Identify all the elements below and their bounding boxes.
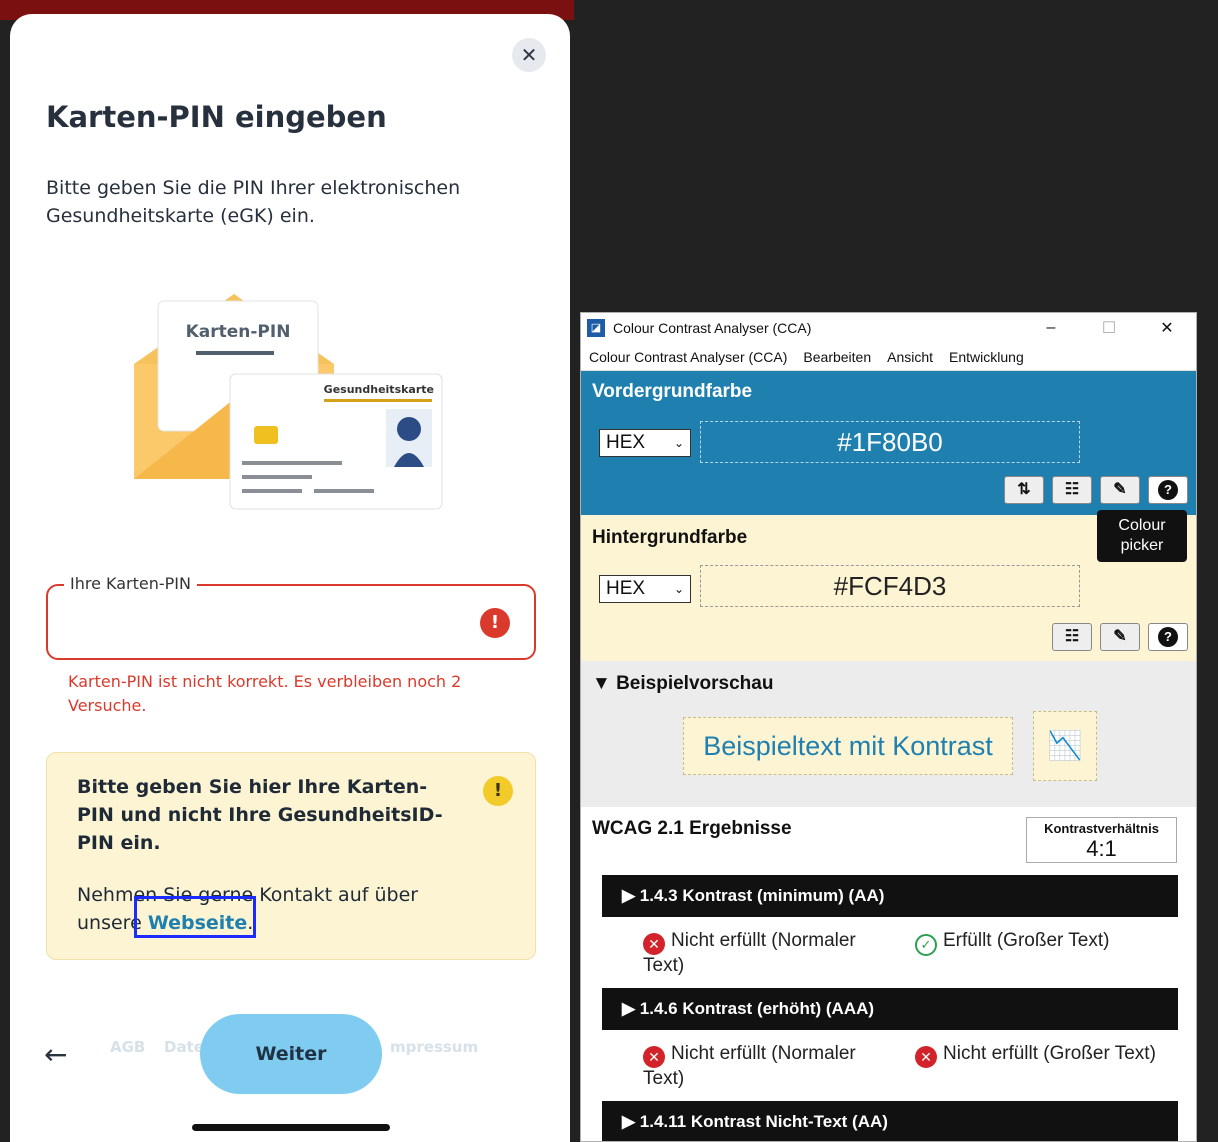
result-large-text: ✓ Erfüllt (Großer Text) (915, 930, 1185, 956)
preview-section: ▼ Beispielvorschau Beispieltext mit Kont… (581, 661, 1196, 807)
criterion-1-4-6[interactable]: ▶ 1.4.6 Kontrast (erhöht) (AAA) (602, 988, 1178, 1030)
result-large-text: ✕ Nicht erfüllt (Großer Text) (915, 1043, 1195, 1068)
screen: ✕ Karten-PIN eingeben Bitte geben Sie di… (0, 0, 1218, 1142)
cca-app-icon: ◪ (587, 319, 605, 337)
eyedropper-icon[interactable]: ✎ (1100, 476, 1140, 504)
preview-sample-text: Beispieltext mit Kontrast (683, 717, 1013, 775)
criterion-1-4-11[interactable]: ▶ 1.4.11 Kontrast Nicht-Text (AA) (602, 1101, 1178, 1141)
pin-entry-screen: ✕ Karten-PIN eingeben Bitte geben Sie di… (10, 14, 570, 1142)
ratio-value: 4:1 (1086, 836, 1117, 861)
sliders-icon[interactable]: ☷ (1052, 476, 1092, 504)
home-indicator (192, 1124, 390, 1131)
close-button[interactable]: ✕ (512, 38, 546, 72)
card-label: Gesundheitskarte (324, 383, 434, 396)
fail-icon: ✕ (915, 1046, 937, 1068)
swap-colors-icon[interactable]: ⇅ (1004, 476, 1044, 504)
letter-label: Karten-PIN (186, 322, 291, 342)
foreground-hex-input[interactable]: #1F80B0 (700, 421, 1080, 463)
card-envelope-illustration: Karten-PIN Gesundheitskarte (134, 294, 443, 510)
menu-view[interactable]: Ansicht (887, 349, 933, 365)
foreground-format-select[interactable]: HEX ⌄ (599, 429, 691, 457)
background-hex-input[interactable]: #FCF4D3 (700, 565, 1080, 607)
preview-title[interactable]: ▼ Beispielvorschau (592, 673, 773, 695)
window-titlebar: ◪ Colour Contrast Analyser (CCA) – ☐ ✕ (581, 313, 1196, 343)
contrast-analyser-window: ◪ Colour Contrast Analyser (CCA) – ☐ ✕ C… (580, 312, 1197, 1142)
focus-indicator (134, 896, 256, 938)
pass-icon: ✓ (915, 934, 937, 956)
background-title: Hintergrundfarbe (592, 527, 748, 548)
foreground-title: Vordergrundfarbe (592, 381, 753, 402)
result-normal-text: ✕ Nicht erfüllt (Normaler Text) (643, 1043, 856, 1089)
colour-picker-tooltip: Colour picker (1097, 510, 1187, 562)
window-title: Colour Contrast Analyser (CCA) (613, 320, 812, 336)
error-icon: ! (480, 608, 510, 638)
menu-develop[interactable]: Entwicklung (949, 349, 1024, 365)
pin-input[interactable] (46, 584, 536, 660)
notice-text: Bitte geben Sie hier Ihre Karten-PIN und… (77, 776, 443, 854)
contrast-ratio-box: Kontrastverhältnis 4:1 (1026, 817, 1177, 863)
pin-error-message: Karten-PIN ist nicht korrekt. Es verblei… (68, 672, 462, 715)
back-arrow-icon[interactable]: ← (44, 1038, 67, 1071)
window-close-button[interactable]: ✕ (1138, 313, 1196, 343)
foreground-tools: ⇅ ☷ ✎ ? (1004, 476, 1188, 504)
pin-input-label: Ihre Karten-PIN (64, 574, 197, 593)
menu-edit[interactable]: Bearbeiten (803, 349, 871, 365)
background-format-select[interactable]: HEX ⌄ (599, 575, 691, 603)
footer-link-datenschutz[interactable]: Date (164, 1038, 204, 1056)
criterion-1-4-3[interactable]: ▶ 1.4.3 Kontrast (minimum) (AA) (602, 875, 1178, 917)
sliders-icon[interactable]: ☷ (1052, 623, 1092, 651)
foreground-section: Vordergrundfarbe HEX ⌄ #1F80B0 ⇅ ☷ ✎ ? (581, 371, 1196, 515)
menu-app[interactable]: Colour Contrast Analyser (CCA) (589, 349, 787, 365)
help-icon[interactable]: ? (1148, 623, 1188, 651)
fail-icon: ✕ (643, 1046, 665, 1068)
eyedropper-icon[interactable]: ✎ (1100, 623, 1140, 651)
fail-icon: ✕ (643, 933, 665, 955)
result-normal-text: ✕ Nicht erfüllt (Normaler Text) (643, 930, 856, 976)
ratio-label: Kontrastverhältnis (1044, 821, 1159, 836)
help-icon[interactable]: ? (1148, 476, 1188, 504)
footer-link-agb[interactable]: AGB (110, 1038, 145, 1056)
footer-link-impressum[interactable]: mpressum (390, 1038, 478, 1056)
chart-icon: 📉 (1033, 711, 1097, 781)
background-tools: ☷ ✎ ? (1052, 623, 1188, 651)
menu-bar: Colour Contrast Analyser (CCA) Bearbeite… (581, 343, 1196, 371)
pin-notice-box: Bitte geben Sie hier Ihre Karten-PIN und… (46, 752, 536, 960)
wcag-title: WCAG 2.1 Ergebnisse (592, 818, 792, 839)
window-controls: – ☐ ✕ (1022, 313, 1196, 343)
next-button[interactable]: Weiter (200, 1014, 382, 1094)
maximize-button[interactable]: ☐ (1080, 313, 1138, 343)
warning-icon: ! (483, 776, 513, 806)
page-title: Karten-PIN eingeben (46, 100, 387, 134)
minimize-button[interactable]: – (1022, 313, 1080, 343)
intro-text: Bitte geben Sie die PIN Ihrer elektronis… (46, 177, 461, 227)
